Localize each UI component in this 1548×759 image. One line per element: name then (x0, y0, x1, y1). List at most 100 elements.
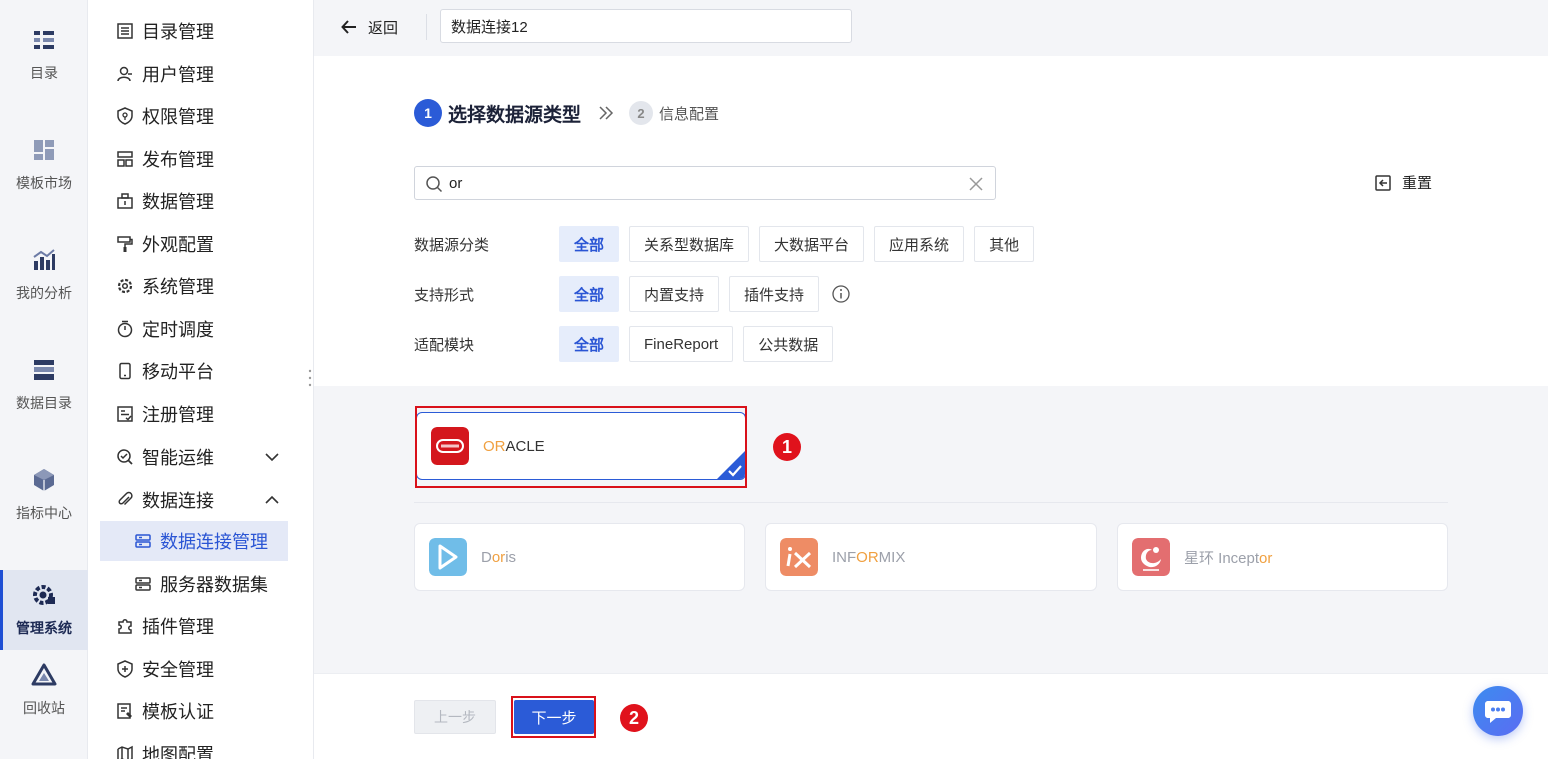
name-pre: D (481, 548, 492, 566)
menu-label: 模板认证 (142, 702, 214, 722)
datasource-card-inceptor[interactable]: 星环 Inceptor (1117, 523, 1448, 591)
prev-step-button[interactable]: 上一步 (414, 700, 496, 734)
chevron-up-icon[interactable] (264, 492, 280, 508)
template-market-icon (34, 140, 54, 160)
rail-label: 回收站 (23, 700, 65, 716)
menu-item-data-management[interactable]: 数据管理 (88, 181, 313, 221)
menu-label: 外观配置 (142, 235, 214, 255)
rail-label: 目录 (30, 65, 58, 81)
datasource-name: INFORMIX (832, 549, 905, 566)
data-catalog-icon (34, 360, 54, 380)
menu-sub-data-connection-management[interactable]: 数据连接管理 (100, 521, 288, 561)
certificate-icon (117, 703, 132, 719)
menu-item-user-management[interactable]: 用户管理 (88, 54, 313, 94)
menu-item-publish-management[interactable]: 发布管理 (88, 139, 313, 179)
puzzle-icon (118, 619, 132, 634)
primary-nav-rail: 目录 模板市场 我的分析 数据目录 指标中心 管理系统 回收站 (0, 0, 88, 759)
rail-item-metrics[interactable]: 指标中心 (0, 440, 88, 550)
menu-item-smart-ops[interactable]: 智能运维 (88, 437, 313, 477)
stopwatch-icon (117, 320, 133, 338)
chip-module-public-data[interactable]: 公共数据 (743, 326, 834, 362)
app-window: 目录 模板市场 我的分析 数据目录 指标中心 管理系统 回收站 目录管理 用户管… (0, 0, 1548, 759)
divider (426, 14, 427, 40)
rail-label: 指标中心 (16, 505, 72, 521)
data-box-icon (117, 193, 133, 209)
chip-support-all[interactable]: 全部 (559, 276, 620, 312)
doris-logo-icon (429, 538, 467, 576)
menu-item-registration[interactable]: 注册管理 (88, 394, 313, 434)
admin-menu: 目录管理 用户管理 权限管理 发布管理 数据管理 外观配置 系统管理 定时调度 (88, 0, 314, 759)
menu-label: 权限管理 (142, 107, 214, 127)
inceptor-logo-icon (1132, 538, 1170, 576)
chip-category-application[interactable]: 应用系统 (874, 226, 965, 262)
datasource-name: Doris (481, 549, 516, 566)
menu-item-permission-management[interactable]: 权限管理 (88, 96, 313, 136)
chip-category-other[interactable]: 其他 (974, 226, 1035, 262)
search-icon (426, 176, 443, 193)
rail-item-template-market[interactable]: 模板市场 (0, 110, 88, 220)
mobile-icon (119, 362, 131, 380)
close-icon[interactable] (969, 177, 983, 191)
rail-label: 模板市场 (16, 175, 72, 191)
rail-item-analysis[interactable]: 我的分析 (0, 220, 88, 330)
search-box (414, 166, 996, 200)
menu-item-data-connection[interactable]: 数据连接 (88, 480, 313, 520)
reset-button[interactable]: 重置 (1374, 172, 1432, 193)
filter-row-category: 数据源分类 全部 关系型数据库 大数据平台 应用系统 其他 (414, 226, 1044, 262)
menu-label: 目录管理 (142, 22, 214, 42)
menu-item-mobile-platform[interactable]: 移动平台 (88, 351, 313, 391)
rail-item-recycle[interactable]: 回收站 (0, 640, 88, 740)
step-2-badge: 2 (629, 101, 654, 125)
info-icon[interactable] (831, 284, 851, 304)
name-match: OR (856, 548, 879, 566)
list-icon (117, 23, 133, 39)
menu-item-appearance[interactable]: 外观配置 (88, 224, 313, 264)
chip-module-finereport[interactable]: FineReport (629, 326, 734, 362)
menu-item-scheduling[interactable]: 定时调度 (88, 309, 313, 349)
annotation-marker-2: 2 (620, 704, 648, 732)
rail-item-admin[interactable]: 管理系统 (0, 570, 88, 650)
filter-label: 支持形式 (414, 286, 475, 304)
chat-bubble-icon (1485, 701, 1511, 723)
menu-label: 注册管理 (142, 405, 214, 425)
smart-ops-icon (117, 449, 133, 465)
menu-label: 服务器数据集 (160, 575, 268, 595)
chip-category-bigdata[interactable]: 大数据平台 (759, 226, 865, 262)
chevron-down-icon[interactable] (264, 449, 280, 465)
menu-item-plugin-management[interactable]: 插件管理 (88, 606, 313, 646)
step-1-title: 选择数据源类型 (448, 104, 582, 126)
menu-item-template-certification[interactable]: 模板认证 (88, 691, 313, 731)
rail-label: 数据目录 (16, 395, 72, 411)
paperclip-icon (118, 491, 133, 506)
chat-assistant-button[interactable] (1473, 686, 1523, 736)
datasource-card-informix[interactable]: INFORMIX (765, 523, 1097, 591)
topbar: 返回 (314, 0, 1548, 56)
menu-item-security-management[interactable]: 安全管理 (88, 649, 313, 689)
menu-label: 智能运维 (142, 448, 214, 468)
name-match: or (1259, 549, 1273, 567)
chip-support-builtin[interactable]: 内置支持 (629, 276, 720, 312)
chip-category-relational[interactable]: 关系型数据库 (629, 226, 750, 262)
analysis-icon (33, 249, 55, 270)
chip-category-all[interactable]: 全部 (559, 226, 620, 262)
filter-panel: 1 选择数据源类型 2 信息配置 重置 数据源分类 全部 关系型数据库 大数据平… (314, 56, 1548, 386)
register-icon (117, 406, 133, 422)
datasource-card-doris[interactable]: Doris (414, 523, 745, 591)
rail-label: 管理系统 (16, 620, 72, 636)
user-icon (117, 66, 132, 82)
menu-item-system-management[interactable]: 系统管理 (88, 266, 313, 306)
step-2-title: 信息配置 (659, 105, 720, 123)
search-input[interactable] (449, 171, 949, 195)
rail-item-data-catalog[interactable]: 数据目录 (0, 330, 88, 440)
name-match: or (491, 548, 506, 566)
chip-module-all[interactable]: 全部 (559, 326, 620, 362)
menu-item-map-config[interactable]: 地图配置 (88, 734, 313, 759)
menu-sub-server-dataset[interactable]: 服务器数据集 (100, 564, 288, 604)
annotation-marker-1: 1 (773, 433, 801, 461)
annotation-highlight-box (415, 406, 747, 488)
back-button[interactable]: 返回 (340, 16, 398, 38)
chip-support-plugin[interactable]: 插件支持 (729, 276, 820, 312)
rail-item-catalog[interactable]: 目录 (0, 0, 88, 110)
menu-item-catalog-management[interactable]: 目录管理 (88, 11, 313, 51)
connection-name-input[interactable] (440, 9, 852, 43)
